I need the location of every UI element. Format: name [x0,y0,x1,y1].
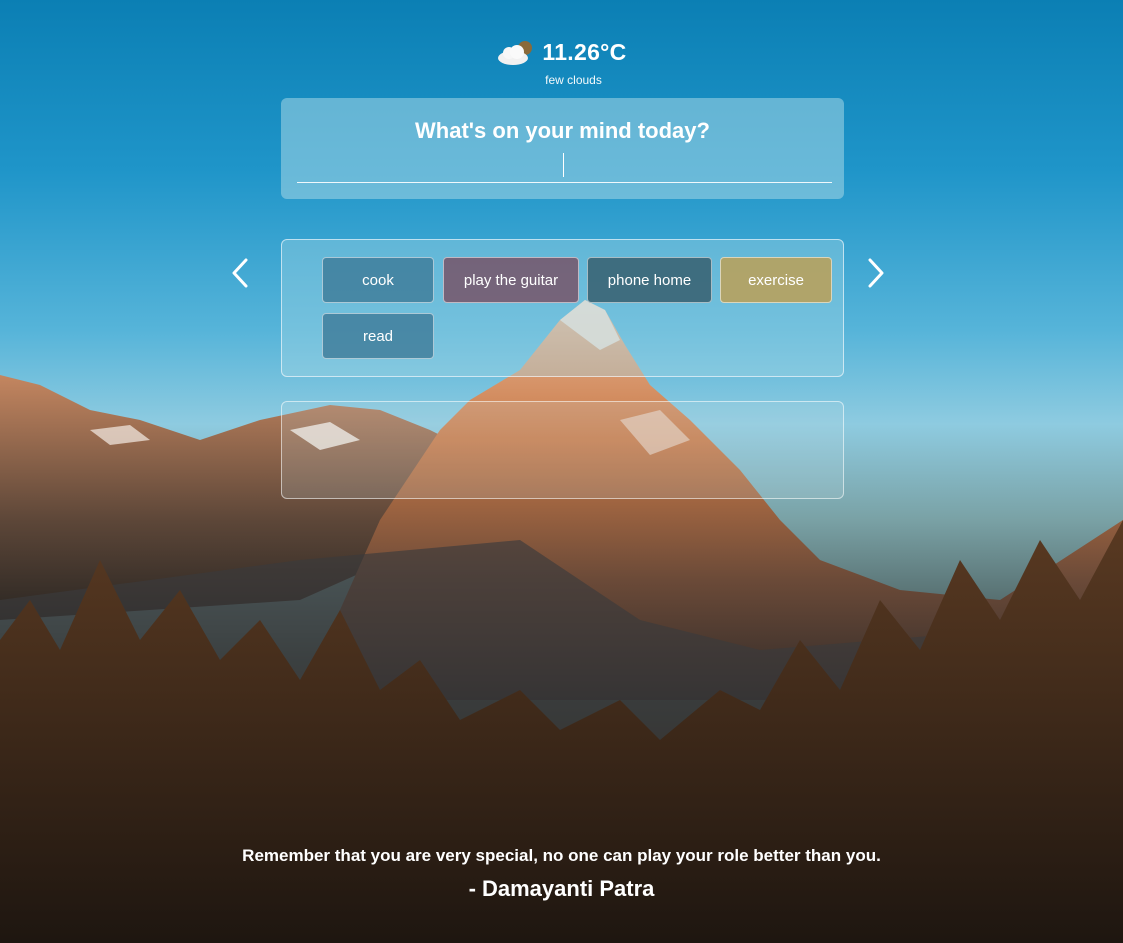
cloud-sun-icon [496,38,536,66]
weather-row: 11.26°C [496,38,626,66]
empty-content-card [281,401,844,499]
weather-widget: 11.26°C few clouds [0,38,1123,87]
tag-exercise[interactable]: exercise [720,257,832,303]
tag-read[interactable]: read [322,313,434,359]
mind-input[interactable] [297,152,832,183]
chevron-right-icon [868,258,884,288]
next-button[interactable] [860,256,890,290]
mind-prompt-card: What's on your mind today? [281,98,844,199]
tag-play-the-guitar[interactable]: play the guitar [443,257,579,303]
weather-description: few clouds [545,73,602,87]
activity-tags-card: cook play the guitar phone home exercise… [281,239,844,377]
quote-block: Remember that you are very special, no o… [0,846,1123,902]
prev-button[interactable] [226,256,256,290]
chevron-left-icon [232,258,248,288]
quote-author: - Damayanti Patra [468,876,655,901]
quote-text: Remember that you are very special, no o… [242,846,881,865]
tag-phone-home[interactable]: phone home [587,257,712,303]
mind-prompt-title: What's on your mind today? [415,118,710,143]
text-caret [563,153,564,177]
temperature-value: 11.26°C [542,38,627,65]
tag-cook[interactable]: cook [322,257,434,303]
background-scene: 11.26°C few clouds What's on your mind t… [0,0,1123,943]
